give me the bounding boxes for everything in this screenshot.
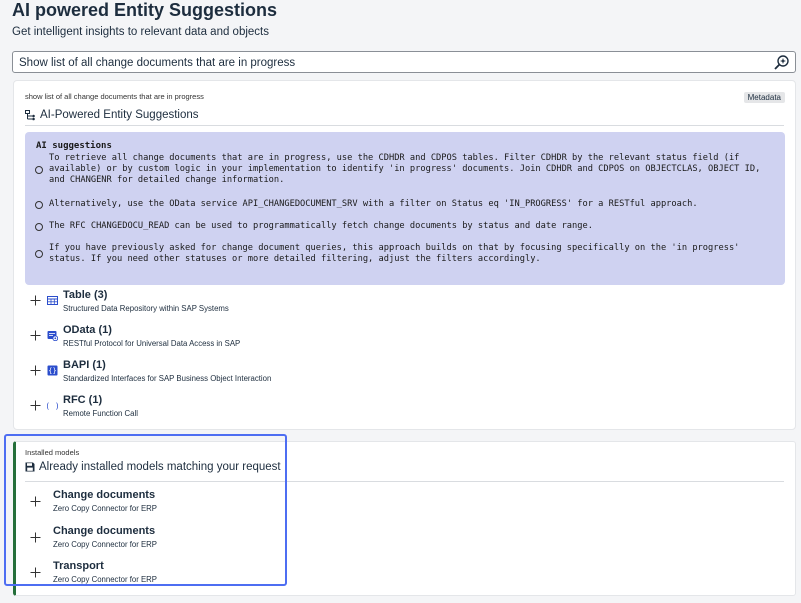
divider xyxy=(25,125,784,126)
search-bar xyxy=(12,51,796,73)
model-title: Transport xyxy=(53,560,104,572)
installed-models-heading-label: Already installed models matching your r… xyxy=(39,461,281,473)
search-input[interactable] xyxy=(19,55,759,70)
bapi-icon: {} xyxy=(47,365,58,376)
installed-models-panel: Installed models Already installed model… xyxy=(13,441,796,596)
expand-plus-icon[interactable] xyxy=(30,400,41,411)
ai-suggestion-item: The RFC CHANGEDOCU_READ can be used to p… xyxy=(35,221,777,232)
installed-models-heading: Already installed models matching your r… xyxy=(25,460,281,474)
ai-suggestion-item: To retrieve all change documents that ar… xyxy=(35,153,777,186)
radio-bullet-icon xyxy=(35,222,43,231)
radio-bullet-icon xyxy=(35,200,43,209)
page-subtitle: Get intelligent insights to relevant dat… xyxy=(12,26,269,38)
search-ai-icon[interactable] xyxy=(773,54,791,71)
radio-bullet-icon xyxy=(35,250,43,258)
category-description: Remote Function Call xyxy=(63,409,138,418)
odata-icon xyxy=(47,331,58,341)
svg-text:{}: {} xyxy=(48,367,56,375)
radio-bullet-icon xyxy=(35,165,43,174)
hierarchy-icon xyxy=(25,109,35,120)
ai-suggestion-item: If you have previously asked for change … xyxy=(35,243,777,265)
category-description: Standardized Interfaces for SAP Business… xyxy=(63,374,272,383)
model-title: Change documents xyxy=(53,489,156,501)
divider xyxy=(25,481,784,482)
installed-models-label: Installed models xyxy=(25,448,80,457)
ai-suggestion-text: The RFC CHANGEDOCU_READ can be used to p… xyxy=(49,221,593,231)
ai-suggestion-item: Alternatively, use the OData service API… xyxy=(35,199,777,210)
category-title: BAPI (1) xyxy=(63,359,106,371)
category-title: Table (3) xyxy=(63,289,108,301)
save-disk-icon xyxy=(25,462,35,472)
ai-suggestions-box: AI suggestions To retrieve all change do… xyxy=(25,132,785,285)
svg-text:( ): ( ) xyxy=(47,402,58,411)
category-description: Structured Data Repository within SAP Sy… xyxy=(63,304,229,313)
suggestions-heading: AI-Powered Entity Suggestions xyxy=(25,107,199,123)
model-title: Change documents xyxy=(53,525,156,537)
expand-plus-icon[interactable] xyxy=(30,567,41,578)
expand-plus-icon[interactable] xyxy=(30,295,41,306)
model-description: Zero Copy Connector for ERP xyxy=(53,540,158,549)
query-echo: show list of all change documents that a… xyxy=(25,92,204,101)
category-title: RFC (1) xyxy=(63,394,103,406)
suggestions-heading-label: AI-Powered Entity Suggestions xyxy=(40,109,199,121)
category-title: OData (1) xyxy=(63,324,112,336)
model-description: Zero Copy Connector for ERP xyxy=(53,504,158,513)
ai-suggestion-text: If you have previously asked for change … xyxy=(49,243,740,264)
rfc-icon: ( ) xyxy=(47,402,58,411)
table-icon xyxy=(47,296,58,305)
ai-suggestion-text: Alternatively, use the OData service API… xyxy=(49,199,698,209)
page-title: AI powered Entity Suggestions xyxy=(12,0,278,20)
expand-plus-icon[interactable] xyxy=(30,532,41,543)
metadata-button[interactable]: Metadata xyxy=(743,92,785,103)
suggestions-panel: show list of all change documents that a… xyxy=(13,80,796,430)
expand-plus-icon[interactable] xyxy=(30,365,41,376)
expand-plus-icon[interactable] xyxy=(30,496,41,507)
model-description: Zero Copy Connector for ERP xyxy=(53,575,158,584)
ai-suggestion-text: To retrieve all change documents that ar… xyxy=(49,153,761,185)
expand-plus-icon[interactable] xyxy=(30,330,41,341)
category-description: RESTful Protocol for Universal Data Acce… xyxy=(63,339,241,348)
ai-suggestions-title: AI suggestions xyxy=(36,141,112,151)
